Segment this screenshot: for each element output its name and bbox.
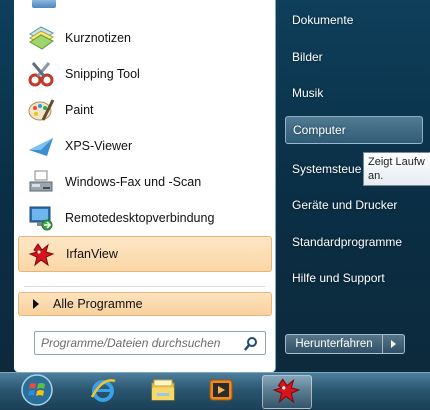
internet-explorer-icon [88, 375, 118, 410]
link-label: Dokumente [292, 13, 354, 27]
program-label: IrfanView [66, 247, 118, 261]
shutdown-options-button[interactable] [383, 334, 405, 354]
program-label: XPS-Viewer [65, 139, 133, 153]
explorer-folder-icon [148, 375, 178, 410]
tooltip: Zeigt Laufw an. [363, 152, 430, 186]
tooltip-line: Zeigt Laufw [368, 156, 425, 168]
program-item-irfanview[interactable]: IrfanView [18, 236, 272, 272]
programs-pane: Kurznotizen Snipping Tool Paint XPS-View… [14, 0, 276, 372]
link-label: Geräte und Drucker [292, 198, 398, 212]
link-standardprogramme[interactable]: Standardprogramme [285, 228, 430, 256]
link-musik[interactable]: Musik [285, 79, 430, 107]
program-item-paint[interactable]: Paint [18, 92, 272, 128]
program-label: Snipping Tool [65, 67, 140, 81]
link-label: Standardprogramme [292, 235, 403, 249]
shutdown-button[interactable]: Herunterfahren [285, 334, 383, 354]
search-input[interactable] [35, 336, 235, 350]
link-label: Hilfe und Support [292, 271, 385, 285]
scissors-icon [26, 59, 56, 89]
all-programs-button[interactable]: Alle Programme [18, 292, 272, 316]
separator [24, 286, 265, 287]
media-player-icon [206, 375, 236, 410]
link-dokumente[interactable]: Dokumente [285, 6, 430, 34]
tooltip-line: an. [368, 170, 384, 182]
program-label: Windows-Fax und -Scan [65, 175, 202, 189]
right-arrow-icon [33, 299, 39, 309]
link-geraete-und-drucker[interactable]: Geräte und Drucker [285, 191, 430, 219]
taskbar-irfanview[interactable] [262, 375, 312, 409]
search-box [34, 331, 266, 355]
taskbar [0, 372, 430, 410]
program-label: Kurznotizen [65, 31, 132, 45]
sticky-notes-icon [26, 23, 56, 53]
link-label: Musik [292, 86, 324, 100]
start-menu: Kurznotizen Snipping Tool Paint XPS-View… [0, 0, 430, 372]
partial-program-icon [32, 0, 56, 8]
link-label: Bilder [292, 50, 323, 64]
irfanview-icon [272, 375, 302, 410]
program-label: Paint [65, 103, 94, 117]
shutdown-label: Herunterfahren [295, 338, 373, 350]
start-orb-icon [20, 373, 54, 410]
link-label: Computer [293, 123, 346, 137]
program-item-remotedesktopverbindung[interactable]: Remotedesktopverbindung [18, 200, 272, 236]
shutdown-group: Herunterfahren [285, 334, 405, 354]
chevron-right-icon [391, 340, 396, 348]
program-item-kurznotizen[interactable]: Kurznotizen [18, 20, 272, 56]
start-button[interactable] [12, 373, 62, 410]
irfanview-icon [27, 239, 57, 269]
link-computer[interactable]: Computer [285, 116, 423, 144]
taskbar-internet-explorer[interactable] [78, 375, 128, 409]
remote-desktop-icon [26, 203, 56, 233]
xps-viewer-icon [26, 131, 56, 161]
link-label: Systemsteue [292, 162, 362, 176]
taskbar-explorer[interactable] [138, 375, 188, 409]
all-programs-label: Alle Programme [53, 297, 143, 311]
program-label: Remotedesktopverbindung [65, 211, 215, 225]
search-icon[interactable] [243, 336, 259, 357]
program-item-xps-viewer[interactable]: XPS-Viewer [18, 128, 272, 164]
program-item-snipping-tool[interactable]: Snipping Tool [18, 56, 272, 92]
link-bilder[interactable]: Bilder [285, 43, 430, 71]
program-item-windows-fax-und-scan[interactable]: Windows-Fax und -Scan [18, 164, 272, 200]
fax-icon [26, 167, 56, 197]
paint-palette-icon [26, 95, 56, 125]
taskbar-media-player[interactable] [196, 375, 246, 409]
link-hilfe-und-support[interactable]: Hilfe und Support [285, 264, 430, 292]
